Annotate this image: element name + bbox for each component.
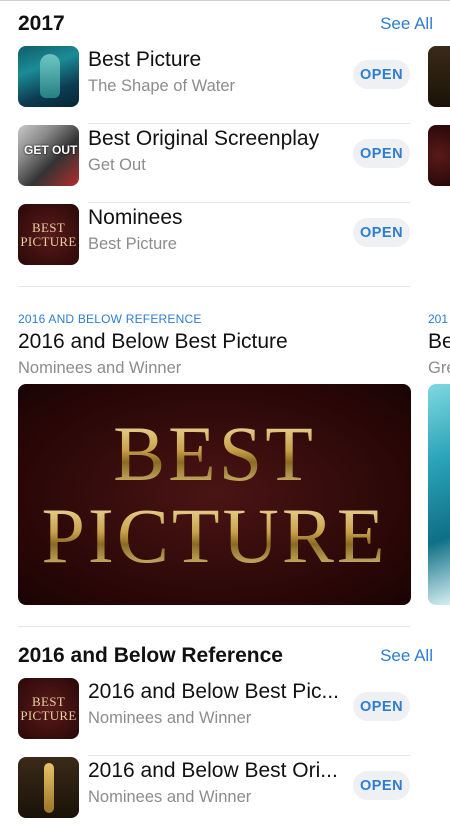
open-button[interactable]: OPEN: [353, 692, 410, 721]
banner-text-picture: PICTURE: [41, 491, 388, 579]
divider: [88, 755, 410, 756]
oscars-statuette-icon: [18, 757, 79, 818]
peek-caption: 201: [428, 312, 449, 326]
featured-caption: 2016 AND BELOW REFERENCE: [18, 312, 202, 326]
open-button[interactable]: OPEN: [353, 218, 410, 247]
shape-of-water-poster-icon: [18, 46, 79, 107]
see-all-link[interactable]: See All: [380, 646, 433, 666]
divider: [88, 123, 410, 124]
best-picture-logo-icon: [428, 125, 450, 186]
section-title: 2016 and Below Reference: [18, 644, 283, 667]
peek-banner-image: [428, 384, 450, 605]
open-button[interactable]: OPEN: [353, 60, 410, 89]
oscars-poster-icon: [428, 46, 450, 107]
list-item-best-picture[interactable]: Best Picture The Shape of Water OPEN: [18, 46, 410, 124]
item-title: 2016 and Below Best Pic...: [88, 680, 339, 703]
item-subtitle: The Shape of Water: [88, 77, 236, 95]
open-button[interactable]: OPEN: [353, 139, 410, 168]
list-item-best-original-screenplay[interactable]: GET OUT Best Original Screenplay Get Out…: [18, 125, 410, 203]
section-divider: [18, 286, 410, 287]
featured-title[interactable]: 2016 and Below Best Picture: [18, 330, 288, 354]
item-title: Nominees: [88, 206, 183, 229]
featured-subtitle: Nominees and Winner: [18, 359, 182, 377]
list-item-nominees[interactable]: BEST PICTURE Nominees Best Picture OPEN: [18, 204, 410, 282]
section-title: 2017: [18, 12, 65, 35]
list-item-2016-best-original[interactable]: 2016 and Below Best Ori... Nominees and …: [18, 757, 410, 835]
peek-thumb-2: [428, 125, 450, 186]
item-title: Best Picture: [88, 48, 202, 71]
section-header-2017: 2017 See All: [18, 12, 433, 36]
divider: [88, 202, 410, 203]
get-out-poster-icon: GET OUT: [18, 125, 79, 186]
list-item-2016-best-picture[interactable]: BEST PICTURE 2016 and Below Best Pic... …: [18, 678, 410, 756]
item-subtitle: Best Picture: [88, 235, 177, 253]
section-header-reference: 2016 and Below Reference See All: [18, 644, 433, 668]
section-divider: [18, 626, 410, 627]
item-subtitle: Nominees and Winner: [88, 788, 252, 806]
open-button[interactable]: OPEN: [353, 771, 410, 800]
item-title: 2016 and Below Best Ori...: [88, 759, 338, 782]
featured-banner[interactable]: BEST PICTURE: [18, 384, 411, 605]
best-picture-logo-icon: BEST PICTURE: [18, 204, 79, 265]
top-border: [0, 0, 450, 1]
item-title: Best Original Screenplay: [88, 127, 320, 150]
see-all-link[interactable]: See All: [380, 14, 433, 34]
banner-text-best: BEST: [113, 409, 316, 497]
item-subtitle: Get Out: [88, 156, 146, 174]
best-picture-logo-icon: BEST PICTURE: [18, 678, 79, 739]
peek-subtitle: Gre: [428, 359, 450, 377]
peek-banner[interactable]: [428, 384, 450, 605]
item-subtitle: Nominees and Winner: [88, 709, 252, 727]
peek-thumb-1: [428, 46, 450, 107]
peek-title: Be: [428, 330, 450, 353]
